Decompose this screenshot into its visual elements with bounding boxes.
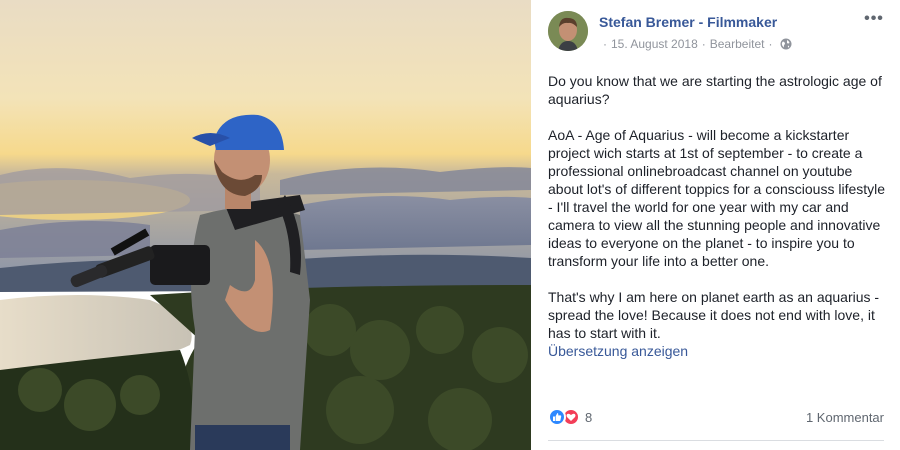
post-paragraph: AoA - Age of Aquarius - will become a ki… xyxy=(548,127,886,269)
footer-divider xyxy=(548,440,884,441)
author-name-link[interactable]: Stefan Bremer - Filmmaker xyxy=(599,14,777,30)
globe-icon[interactable] xyxy=(780,38,792,50)
meta-dot: · xyxy=(603,37,607,51)
edited-label[interactable]: Bearbeitet xyxy=(710,37,765,51)
post-paragraph: That's why I am here on planet earth as … xyxy=(548,289,880,341)
meta-dot: · xyxy=(701,37,706,51)
photo-scene xyxy=(0,0,531,450)
post-date[interactable]: 15. August 2018 xyxy=(611,37,698,51)
post-body: Do you know that we are starting the ast… xyxy=(548,72,888,360)
author-avatar[interactable] xyxy=(548,11,588,51)
reaction-count: 8 xyxy=(585,409,593,425)
more-options-icon[interactable]: ••• xyxy=(864,10,884,30)
post-photo[interactable] xyxy=(0,0,531,450)
post-paragraph: Do you know that we are starting the ast… xyxy=(548,73,882,107)
reactions-summary[interactable]: 8 xyxy=(548,408,592,426)
post-meta: · 15. August 2018 · Bearbeitet · xyxy=(599,37,792,51)
meta-dot: · xyxy=(768,37,773,51)
post-panel: Stefan Bremer - Filmmaker · 15. August 2… xyxy=(531,0,900,450)
like-icon xyxy=(548,408,566,426)
comment-count-link[interactable]: 1 Kommentar xyxy=(806,410,884,425)
see-translation-link[interactable]: Übersetzung anzeigen xyxy=(548,342,888,360)
